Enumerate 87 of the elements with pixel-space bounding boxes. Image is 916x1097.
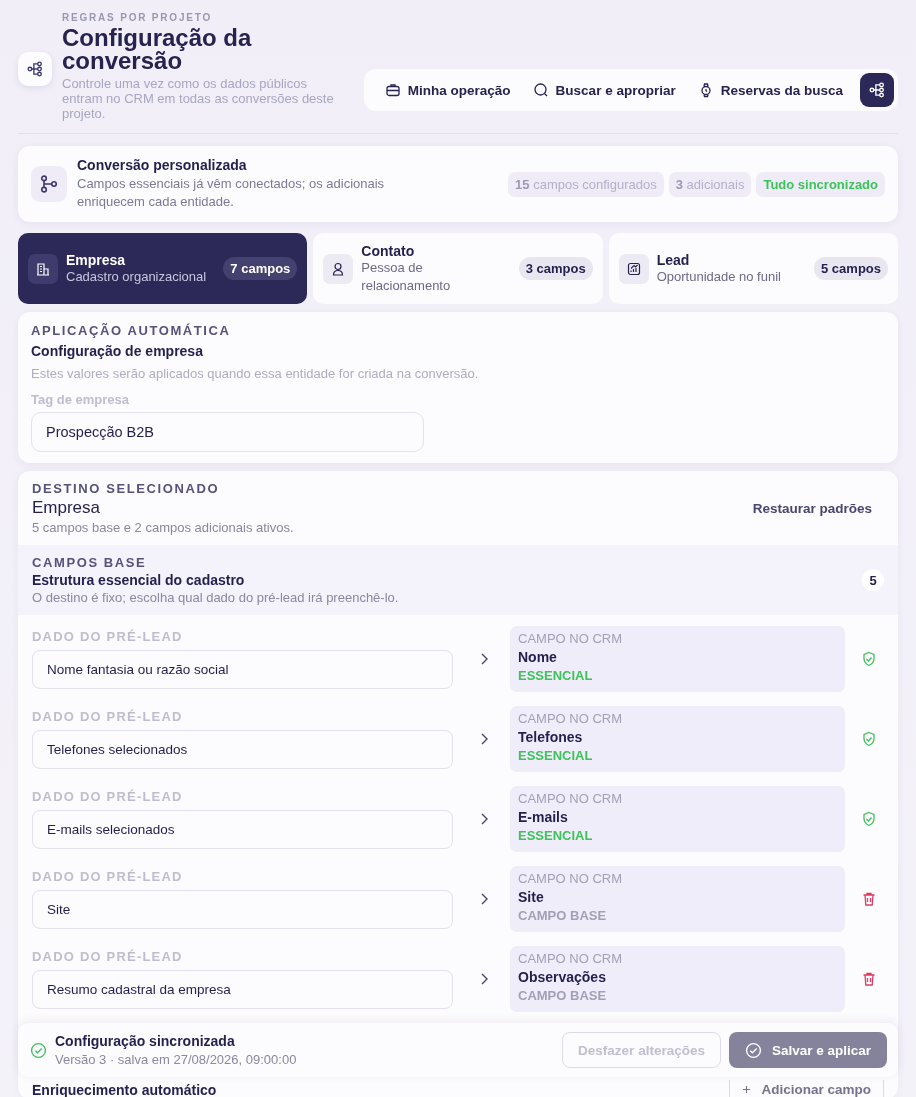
field-label: DADO DO PRÉ-LEAD: [32, 949, 184, 964]
chevron-right-icon: [479, 731, 489, 747]
destination-summary: 5 campos base e 2 campos adicionais ativos.: [32, 520, 294, 535]
field-tag: CAMPO BASE: [518, 988, 837, 1003]
crm-field-name: Telefones: [518, 729, 584, 745]
check-circle-icon: [744, 1041, 762, 1059]
shield-check-icon: [861, 651, 877, 667]
entity-name: Contato: [361, 242, 416, 259]
chevron-right-icon: [479, 811, 489, 827]
nav-link[interactable]: Minha operação: [375, 76, 520, 104]
field-label: DADO DO PRÉ-LEAD: [32, 869, 184, 884]
source-field[interactable]: Nome fantasia ou razão social: [32, 650, 453, 689]
crm-field-name: Site: [518, 889, 545, 905]
chevron-right-icon: [479, 971, 489, 987]
entity-tab[interactable]: Contato Pessoa de relacionamento 3 campos: [313, 233, 603, 304]
save-button[interactable]: Salvar e aplicar: [728, 1032, 887, 1068]
section-description: Estes valores serão aplicados quando essa entidade for criada na conversão.: [31, 366, 480, 381]
flow-icon: [868, 81, 886, 99]
field-label: CAMPO NO CRM: [518, 791, 623, 806]
section-description: O destino é fixo; escolha qual dado do pré-lead irá preenchê-lo.: [32, 590, 399, 605]
count-badge: 5: [862, 569, 884, 591]
check-circle-icon: [30, 1041, 47, 1059]
section-title: Estrutura essencial do cadastro: [32, 572, 246, 588]
entity-subtitle: Cadastro organizacional: [66, 268, 208, 286]
field-tag: ESSENCIAL: [518, 668, 837, 683]
status-badge: 3 adicionais: [668, 171, 752, 197]
trash-icon[interactable]: [861, 971, 877, 987]
tag-input-field[interactable]: Prospecção B2B: [31, 412, 424, 452]
field-tag: ESSENCIAL: [518, 828, 837, 843]
entity-subtitle: Pessoa de relacionamento: [361, 258, 452, 295]
section-eyebrow: CAMPOS BASE: [32, 555, 148, 570]
version-text: Versão 3 · salva em 27/08/2026, 09:00:00: [55, 1052, 298, 1067]
field-label: Tag de empresa: [31, 392, 131, 407]
field-count-badge: 7 campos: [223, 257, 298, 280]
field-label: DADO DO PRÉ-LEAD: [32, 789, 184, 804]
briefcase-icon: [384, 82, 401, 98]
field-count-badge: 5 campos: [814, 257, 888, 280]
source-field[interactable]: Resumo cadastral da empresa: [32, 970, 453, 1009]
source-field[interactable]: Telefones selecionados: [32, 730, 453, 769]
page-description: Controle uma vez como os dados públicos entram no CRM em todas as conversões deste projeto.: [62, 76, 335, 121]
crm-field-name: Nome: [518, 649, 558, 665]
branch-icon: [31, 166, 67, 202]
chart-icon: [625, 260, 642, 277]
source-field[interactable]: E-mails selecionados: [32, 810, 453, 849]
crm-field-name: E-mails: [518, 809, 569, 825]
shield-check-icon: [861, 731, 877, 747]
flow-button[interactable]: [860, 73, 894, 107]
page-eyebrow: REGRAS POR PROJETO: [62, 12, 214, 23]
crm-field-name: Observações: [518, 969, 607, 985]
entity-name: Empresa: [66, 251, 127, 268]
field-label: DADO DO PRÉ-LEAD: [32, 629, 184, 644]
entity-tab[interactable]: Lead Oportunidade no funil 5 campos: [608, 233, 898, 304]
source-field[interactable]: Site: [32, 890, 453, 929]
nav-link[interactable]: Buscar e apropriar: [523, 76, 685, 104]
field-label: CAMPO NO CRM: [518, 711, 623, 726]
chevron-right-icon: [479, 891, 489, 907]
add-field-button[interactable]: Adicionar campo: [729, 1080, 884, 1097]
summary-description: Campos essenciais já vêm conectados; os adicionais enriquecem cada entidade.: [77, 175, 386, 211]
plus-icon: [742, 1085, 752, 1094]
status-badge: Tudo sincronizado: [756, 171, 885, 197]
destination-name: Empresa: [32, 498, 102, 518]
entity-tab[interactable]: Empresa Cadastro organizacional 7 campos: [18, 233, 308, 304]
section-eyebrow: APLICAÇÃO AUTOMÁTICA: [31, 323, 232, 338]
section-eyebrow: DESTINO SELECIONADO: [32, 481, 221, 496]
entity-subtitle: Oportunidade no funil: [656, 267, 782, 286]
field-label: CAMPO NO CRM: [518, 871, 623, 886]
field-label: CAMPO NO CRM: [518, 951, 623, 966]
field-label: CAMPO NO CRM: [518, 631, 623, 646]
section-title: Enriquecimento automático: [32, 1081, 217, 1097]
chevron-right-icon: [479, 651, 489, 667]
field-tag: CAMPO BASE: [518, 908, 837, 923]
reset-button[interactable]: Restaurar padrões: [746, 499, 878, 517]
status-badge: 15 campos configurados: [508, 171, 664, 197]
field-count-badge: 3 campos: [518, 257, 593, 280]
nav-link[interactable]: Reservas da busca: [688, 76, 852, 104]
sync-title: Configuração sincronizada: [55, 1033, 236, 1049]
page-title: Configuração da conversão: [62, 26, 253, 72]
app-logo-icon[interactable]: [18, 51, 52, 86]
entity-name: Lead: [656, 251, 691, 268]
section-title: Configuração de empresa: [31, 343, 204, 359]
field-tag: ESSENCIAL: [518, 748, 837, 763]
summary-title: Conversão personalizada: [77, 157, 248, 173]
building-icon: [35, 260, 51, 277]
trash-icon[interactable]: [861, 891, 877, 907]
field-label: DADO DO PRÉ-LEAD: [32, 709, 184, 724]
search-icon: [532, 82, 549, 98]
shield-check-icon: [861, 811, 877, 827]
